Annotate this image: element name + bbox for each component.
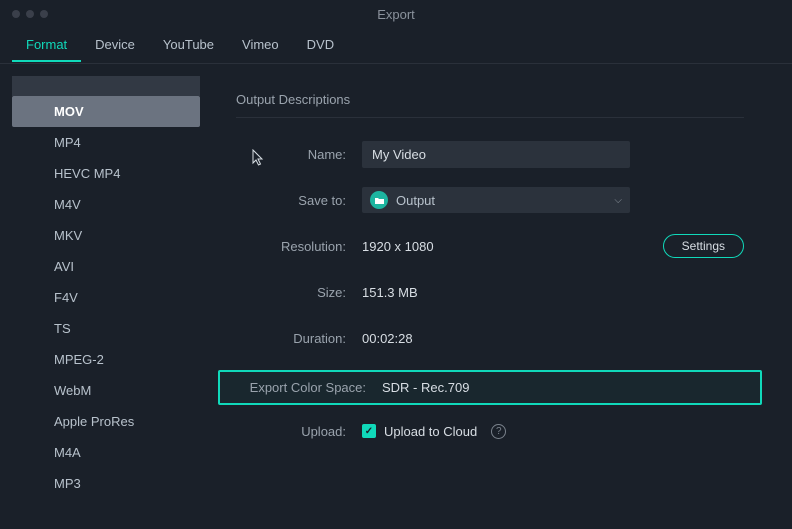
upload-checkbox[interactable]: ✓	[362, 424, 376, 438]
field-size: Size: 151.3 MB	[236, 278, 744, 306]
tab-device[interactable]: Device	[81, 29, 149, 62]
minimize-window-icon[interactable]	[26, 10, 34, 18]
size-label: Size:	[236, 285, 362, 300]
close-window-icon[interactable]	[12, 10, 20, 18]
tab-youtube[interactable]: YouTube	[149, 29, 228, 62]
traffic-lights	[12, 10, 48, 18]
save-to-select[interactable]: Output ⌵	[362, 187, 630, 213]
tabs: Format Device YouTube Vimeo DVD	[0, 28, 792, 64]
upload-checkbox-label: Upload to Cloud	[384, 424, 477, 439]
format-item-webm[interactable]: WebM	[12, 375, 200, 406]
size-value: 151.3 MB	[362, 285, 418, 300]
format-sidebar: MOV MP4 HEVC MP4 M4V MKV AVI F4V TS MPEG…	[0, 64, 212, 529]
main-panel: Output Descriptions Name: Save to: Outpu…	[212, 64, 792, 529]
format-item-mkv[interactable]: MKV	[12, 220, 200, 251]
save-to-label: Save to:	[236, 193, 362, 208]
format-item-ts[interactable]: TS	[12, 313, 200, 344]
format-item-avi[interactable]: AVI	[12, 251, 200, 282]
settings-button[interactable]: Settings	[663, 234, 744, 258]
color-space-value: SDR - Rec.709	[382, 380, 469, 395]
field-color-space: Export Color Space: SDR - Rec.709	[218, 370, 762, 405]
format-item-mov[interactable]: MOV	[12, 96, 200, 127]
resolution-label: Resolution:	[236, 239, 362, 254]
maximize-window-icon[interactable]	[40, 10, 48, 18]
tab-vimeo[interactable]: Vimeo	[228, 29, 293, 62]
color-space-label: Export Color Space:	[238, 380, 382, 395]
format-item-mp3[interactable]: MP3	[12, 468, 200, 499]
folder-icon	[370, 191, 388, 209]
format-item-mpeg2[interactable]: MPEG-2	[12, 344, 200, 375]
format-item-m4v[interactable]: M4V	[12, 189, 200, 220]
name-input[interactable]	[362, 141, 630, 168]
help-icon[interactable]: ?	[491, 424, 506, 439]
upload-label: Upload:	[236, 424, 362, 439]
resolution-value: 1920 x 1080	[362, 239, 434, 254]
save-to-value: Output	[396, 193, 435, 208]
tab-dvd[interactable]: DVD	[293, 29, 348, 62]
sidebar-spacer	[12, 76, 200, 96]
format-item-f4v[interactable]: F4V	[12, 282, 200, 313]
format-item-m4a[interactable]: M4A	[12, 437, 200, 468]
chevron-down-icon: ⌵	[614, 195, 622, 206]
duration-label: Duration:	[236, 331, 362, 346]
format-item-mp4[interactable]: MP4	[12, 127, 200, 158]
field-upload: Upload: ✓ Upload to Cloud ?	[236, 417, 744, 445]
tab-format[interactable]: Format	[12, 29, 81, 62]
window-title: Export	[0, 7, 792, 22]
format-item-prores[interactable]: Apple ProRes	[12, 406, 200, 437]
name-label: Name:	[236, 147, 362, 162]
field-save-to: Save to: Output ⌵	[236, 186, 744, 214]
titlebar: Export	[0, 0, 792, 28]
section-title: Output Descriptions	[236, 92, 744, 118]
content: MOV MP4 HEVC MP4 M4V MKV AVI F4V TS MPEG…	[0, 64, 792, 529]
field-name: Name:	[236, 140, 744, 168]
duration-value: 00:02:28	[362, 331, 413, 346]
format-item-hevc-mp4[interactable]: HEVC MP4	[12, 158, 200, 189]
field-resolution: Resolution: 1920 x 1080 Settings	[236, 232, 744, 260]
field-duration: Duration: 00:02:28	[236, 324, 744, 352]
